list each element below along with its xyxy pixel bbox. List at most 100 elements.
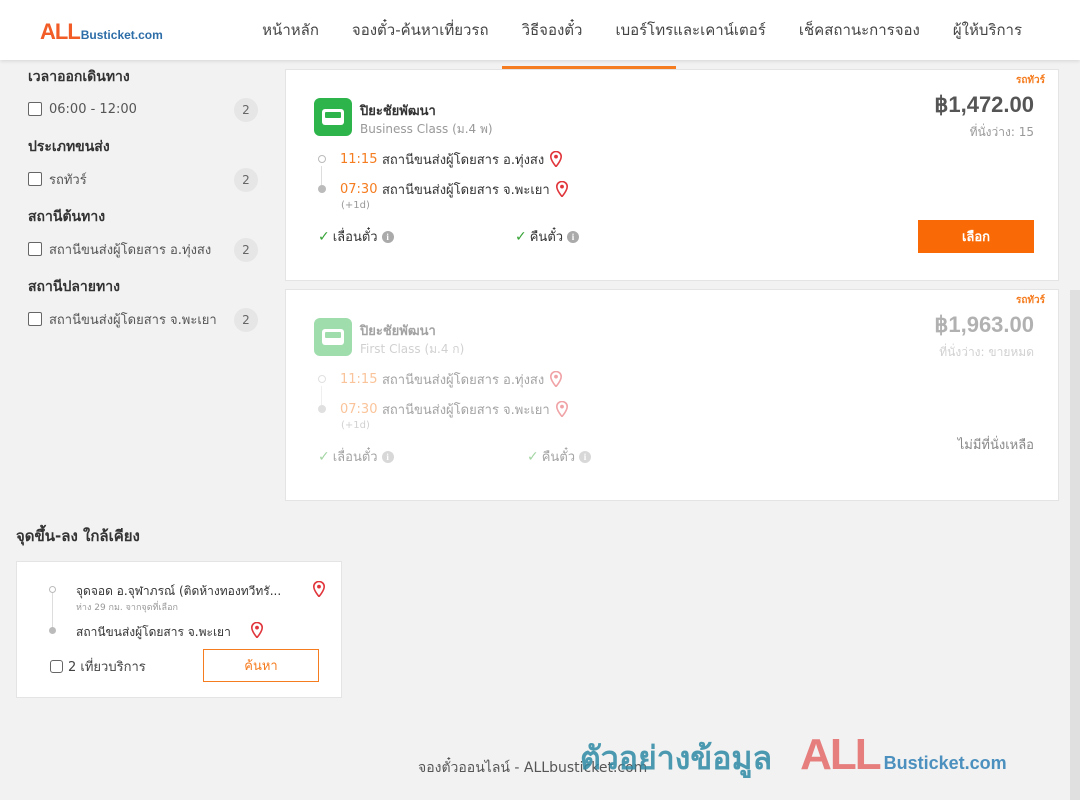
- filter-option-label: สถานีขนส่งผู้โดยสาร จ.พะเยา: [49, 312, 217, 328]
- feature-reschedule: ✓ เลื่อนตั๋ว i: [318, 226, 394, 247]
- map-pin-icon[interactable]: [550, 151, 563, 167]
- info-icon[interactable]: i: [381, 230, 394, 243]
- filter-origin-station: สถานีต้นทาง สถานีขนส่งผู้โดยสาร อ.ทุ่งสง…: [28, 206, 258, 262]
- nav-book-search[interactable]: จองตั๋ว-ค้นหาเที่ยวรถ: [352, 0, 489, 60]
- plus-day-note: (+1d): [341, 200, 370, 211]
- nav-check-booking[interactable]: เช็คสถานะการจอง: [799, 0, 920, 60]
- operator-logo: [314, 98, 352, 136]
- route-departure: 11:15 สถานีขนส่งผู้โดยสาร อ.ทุ่งสง: [318, 369, 563, 389]
- bus-class: Business Class (ม.4 พ): [360, 122, 493, 136]
- filter-count-badge: 2: [234, 308, 258, 332]
- operator-name: ปิยะชัยพัฒนา: [360, 104, 436, 119]
- nearby-section-title: จุดขึ้น-ลง ใกล้เคียง: [16, 527, 140, 545]
- feature-label: คืนตั๋ว: [529, 230, 564, 245]
- departure-station: สถานีขนส่งผู้โดยสาร อ.ทุ่งสง: [382, 372, 545, 388]
- operator-logo: [314, 318, 352, 356]
- trip-count-label: 2 เที่ยวบริการ: [68, 660, 146, 675]
- departure-dot: [49, 586, 56, 593]
- check-icon: ✓: [318, 228, 330, 245]
- page-scrollbar[interactable]: [1070, 290, 1080, 800]
- info-icon[interactable]: i: [567, 230, 580, 243]
- nearby-from-station: จุดจอด อ.จุฬาภรณ์ (ติดห้างทองทวีทรั...: [76, 584, 282, 598]
- operator-name: ปิยะชัยพัฒนา: [360, 324, 436, 339]
- transport-type-tag: รถทัวร์: [1015, 295, 1045, 306]
- feature-label: เลื่อนตั๋ว: [332, 230, 378, 245]
- info-icon: i: [381, 450, 394, 463]
- watermark-logo-all: ALL: [800, 730, 882, 779]
- departure-dot: [318, 375, 326, 383]
- nearby-distance: ห่าง 29 กม. จากจุดที่เลือก: [76, 603, 178, 613]
- route-arrival: 07:30 สถานีขนส่งผู้โดยสาร จ.พะเยา: [318, 179, 568, 199]
- feature-reschedule: ✓ เลื่อนตั๋ว i: [318, 446, 394, 467]
- bus-logo-icon: [322, 109, 344, 125]
- departure-dot: [318, 155, 326, 163]
- trip-card: รถทัวร์ ปิยะชัยพัฒนา First Class (ม.4 ก)…: [285, 289, 1059, 501]
- feature-label: เลื่อนตั๋ว: [332, 450, 378, 465]
- bus-logo-icon: [322, 329, 344, 345]
- nav-contact-counters[interactable]: เบอร์โทรและเคาน์เตอร์: [615, 0, 765, 60]
- filter-sidebar: เวลาออกเดินทาง 06:00 - 12:00 2 ประเภทขนส…: [28, 66, 258, 346]
- filter-option-label: รถทัวร์: [49, 172, 87, 188]
- arrival-time: 07:30: [340, 181, 378, 197]
- trip-price: ฿1,963.00: [934, 312, 1034, 337]
- filter-checkbox[interactable]: [28, 242, 42, 256]
- site-logo[interactable]: ALL Busticket.com: [40, 19, 163, 45]
- filter-title: ประเภทขนส่ง: [28, 139, 110, 155]
- filter-option-label: 06:00 - 12:00: [49, 101, 137, 117]
- departure-time: 11:15: [340, 371, 378, 387]
- filter-checkbox[interactable]: [28, 312, 42, 326]
- arrival-time: 07:30: [340, 401, 378, 417]
- filter-count-badge: 2: [234, 238, 258, 262]
- filter-option[interactable]: สถานีขนส่งผู้โดยสาร อ.ทุ่งสง 2: [28, 238, 258, 262]
- map-pin-icon: [555, 401, 568, 417]
- nearby-to-station: สถานีขนส่งผู้โดยสาร จ.พะเยา: [76, 625, 231, 639]
- select-trip-button[interactable]: เลือก: [918, 220, 1034, 253]
- nav-how-to-book[interactable]: วิธีจองตั๋ว: [522, 0, 583, 60]
- filter-checkbox[interactable]: [28, 102, 42, 116]
- filter-option[interactable]: รถทัวร์ 2: [28, 168, 258, 192]
- logo-all-text: ALL: [40, 19, 81, 44]
- route-departure: 11:15 สถานีขนส่งผู้โดยสาร อ.ทุ่งสง: [318, 149, 563, 169]
- filter-option[interactable]: สถานีขนส่งผู้โดยสาร จ.พะเยา 2: [28, 308, 258, 332]
- info-icon: i: [579, 450, 592, 463]
- bus-class: First Class (ม.4 ก): [360, 342, 465, 356]
- filter-destination-station: สถานีปลายทาง สถานีขนส่งผู้โดยสาร จ.พะเยา…: [28, 276, 258, 332]
- map-pin-icon[interactable]: [251, 622, 263, 638]
- departure-station: สถานีขนส่งผู้โดยสาร อ.ทุ่งสง: [382, 152, 545, 168]
- main-nav: หน้าหลัก จองตั๋ว-ค้นหาเที่ยวรถ วิธีจองตั…: [262, 0, 1022, 60]
- arrival-dot: [318, 185, 326, 193]
- nearby-search-button[interactable]: ค้นหา: [203, 649, 319, 682]
- arrival-station: สถานีขนส่งผู้โดยสาร จ.พะเยา: [382, 182, 550, 198]
- bus-icon: [50, 660, 63, 673]
- arrival-dot: [318, 405, 326, 413]
- sample-data-watermark: ตัวอย่างข้อมูล ALL Busticket.com: [580, 730, 1007, 784]
- filter-option[interactable]: 06:00 - 12:00 2: [28, 98, 258, 122]
- check-icon: ✓: [527, 448, 539, 465]
- arrival-dot: [49, 627, 56, 634]
- nav-home[interactable]: หน้าหลัก: [262, 0, 319, 60]
- nearby-trip-count: 2 เที่ยวบริการ: [50, 656, 146, 677]
- feature-refund: ✓ คืนตั๋ว i: [527, 446, 592, 467]
- plus-day-note: (+1d): [341, 420, 370, 431]
- seats-available: ที่นั่งว่าง: 15: [969, 125, 1034, 139]
- filter-checkbox[interactable]: [28, 172, 42, 186]
- feature-label: คืนตั๋ว: [541, 450, 576, 465]
- nearby-stop-card: จุดจอด อ.จุฬาภรณ์ (ติดห้างทองทวีทรั... ห…: [16, 561, 342, 698]
- sold-out-status: ไม่มีที่นั่งเหลือ: [957, 438, 1034, 453]
- check-icon: ✓: [318, 448, 330, 465]
- map-pin-icon[interactable]: [555, 181, 568, 197]
- watermark-logo-rest: Busticket.com: [883, 753, 1007, 773]
- trip-card: รถทัวร์ ปิยะชัยพัฒนา Business Class (ม.4…: [285, 69, 1059, 281]
- filter-count-badge: 2: [234, 98, 258, 122]
- check-icon: ✓: [515, 228, 527, 245]
- watermark-text: ตัวอย่างข้อมูล: [580, 739, 773, 777]
- route-connector: [52, 589, 53, 631]
- filter-departure-time: เวลาออกเดินทาง 06:00 - 12:00 2: [28, 66, 258, 122]
- nav-operators[interactable]: ผู้ให้บริการ: [953, 0, 1022, 60]
- filter-count-badge: 2: [234, 168, 258, 192]
- map-pin-icon: [550, 371, 563, 387]
- filter-option-label: สถานีขนส่งผู้โดยสาร อ.ทุ่งสง: [49, 242, 212, 258]
- feature-refund: ✓ คืนตั๋ว i: [515, 226, 580, 247]
- map-pin-icon[interactable]: [313, 581, 325, 597]
- top-header: ALL Busticket.com หน้าหลัก จองตั๋ว-ค้นหา…: [0, 0, 1080, 60]
